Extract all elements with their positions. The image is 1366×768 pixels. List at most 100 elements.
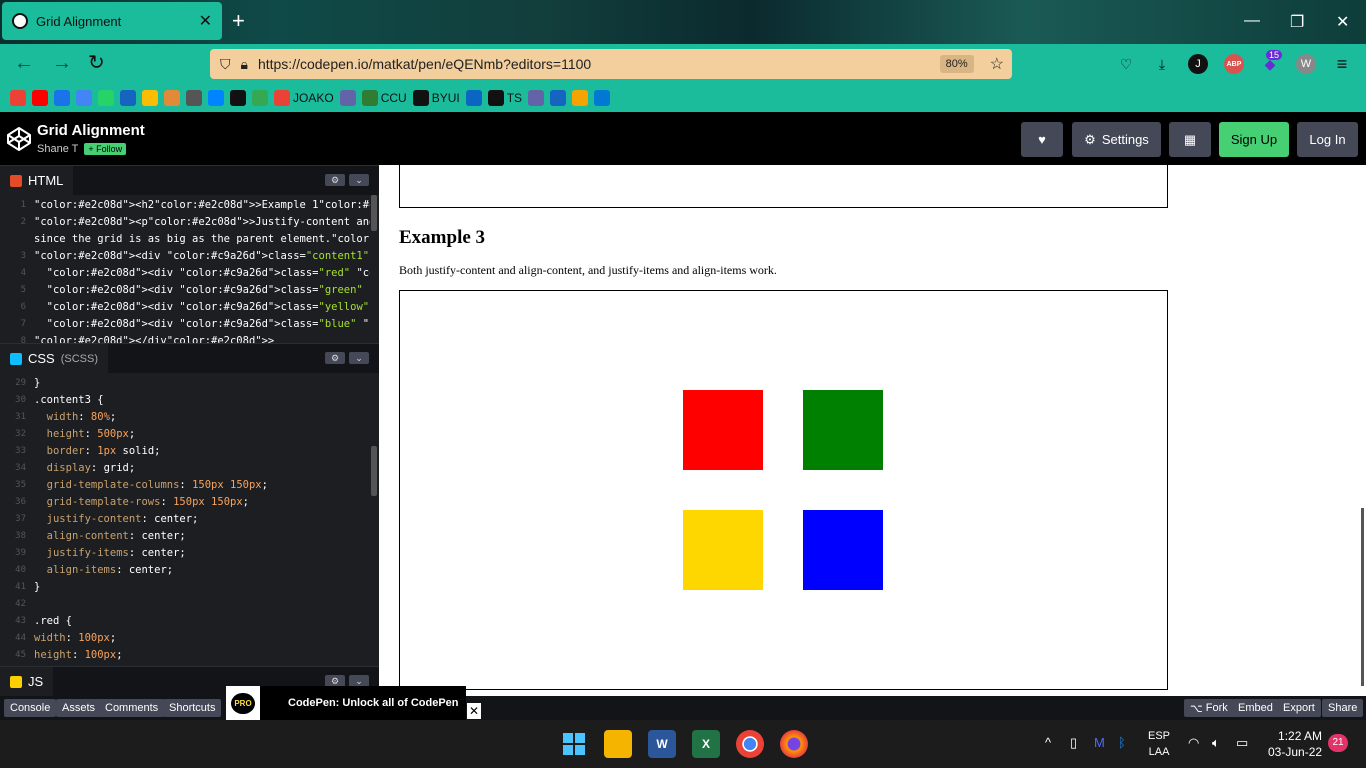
css-collapse-icon[interactable]: ⌄ xyxy=(349,352,369,364)
address-bar[interactable]: ⛉ 🔒︎ https://codepen.io/matkat/pen/eQENm… xyxy=(210,49,1012,79)
author-name[interactable]: Shane T xyxy=(37,143,78,155)
forward-icon[interactable]: → xyxy=(52,53,72,73)
code-line[interactable]: } xyxy=(34,579,40,596)
login-button[interactable]: Log In xyxy=(1297,122,1358,157)
code-line[interactable]: } xyxy=(34,375,40,392)
bookmark-item[interactable] xyxy=(120,88,136,108)
signup-button[interactable]: Sign Up xyxy=(1219,122,1289,157)
js-editor-tab[interactable]: JS xyxy=(0,666,54,697)
wifi-icon[interactable]: ◠ xyxy=(1188,735,1199,751)
windows-start-icon[interactable] xyxy=(560,730,588,758)
code-line[interactable]: "color:#e2c08d"><div "color:#c9a26d">cla… xyxy=(34,299,370,316)
bookmark-star-icon[interactable]: ☆ xyxy=(990,54,1004,74)
layout-button[interactable]: ▦ xyxy=(1169,122,1211,157)
pocket-icon[interactable]: ♡ xyxy=(1116,54,1136,74)
volume-icon[interactable]: 🔈︎ xyxy=(1212,735,1220,751)
assets-button[interactable]: Assets xyxy=(56,699,102,717)
code-line[interactable]: align-content: center; xyxy=(34,528,186,545)
profile-w-icon[interactable]: W xyxy=(1296,54,1316,74)
html-scrollbar[interactable] xyxy=(371,195,377,231)
language-indicator[interactable]: ESP LAA xyxy=(1148,728,1170,760)
bookmark-item[interactable]: BYUI xyxy=(412,88,460,108)
back-icon[interactable]: ← xyxy=(14,53,34,73)
bluetooth-icon[interactable]: ᛒ xyxy=(1118,735,1126,750)
code-line[interactable]: .content3 { xyxy=(34,392,104,409)
code-line[interactable]: width: 100px; xyxy=(34,630,116,647)
bookmark-item[interactable] xyxy=(594,88,611,108)
html-settings-icon[interactable]: ⚙ xyxy=(325,174,345,186)
menu-icon[interactable]: ≡ xyxy=(1332,54,1352,74)
bookmark-item[interactable] xyxy=(465,88,482,108)
code-line[interactable]: "color:#e2c08d"><div "color:#c9a26d">cla… xyxy=(34,316,370,333)
reload-icon[interactable]: ↻ xyxy=(88,53,105,73)
bookmark-item[interactable]: JOAKO xyxy=(274,88,334,108)
css-code-area[interactable]: 29} 30 .content3 {31 width: 80%; 32 height:… xyxy=(0,373,370,665)
bookmark-item[interactable]: TS xyxy=(487,88,522,108)
bookmark-item[interactable] xyxy=(550,88,567,108)
bookmark-item[interactable] xyxy=(10,88,26,108)
code-line[interactable]: "color:#e2c08d"></div"color:#e2c08d">> xyxy=(34,333,274,343)
bookmark-item[interactable] xyxy=(528,88,545,108)
code-line[interactable]: grid-template-rows: 150px 150px; xyxy=(34,494,249,511)
bookmark-item[interactable] xyxy=(164,88,180,108)
new-tab-icon[interactable]: + xyxy=(232,10,245,32)
bookmark-item[interactable] xyxy=(572,88,589,108)
code-line[interactable]: .red { xyxy=(34,613,72,630)
code-line[interactable]: "color:#e2c08d"><h2"color:#e2c08d">>Exam… xyxy=(34,197,370,214)
console-button[interactable]: Console xyxy=(4,699,57,717)
close-tab-icon[interactable]: ✕ xyxy=(199,11,212,31)
promo-close-icon[interactable]: ✕ xyxy=(467,703,481,719)
zoom-level[interactable]: 80% xyxy=(939,55,974,73)
fork-button[interactable]: ⌥ Fork xyxy=(1184,699,1234,717)
codepen-logo-icon[interactable] xyxy=(6,126,32,152)
profile-j-icon[interactable]: J xyxy=(1188,54,1208,74)
bookmark-item[interactable] xyxy=(339,88,356,108)
code-line[interactable]: height: 500px; xyxy=(34,426,136,443)
code-line[interactable]: align-items: center; xyxy=(34,562,173,579)
css-settings-icon[interactable]: ⚙ xyxy=(325,352,345,364)
code-line[interactable]: "color:#e2c08d"><div "color:#c9a26d">cla… xyxy=(34,265,370,282)
file-explorer-icon[interactable] xyxy=(604,730,632,758)
follow-button[interactable]: + Follow xyxy=(84,143,127,155)
code-line[interactable]: since the grid is as big as the parent e… xyxy=(34,231,370,248)
css-scrollbar[interactable] xyxy=(371,446,377,496)
heart-button[interactable]: ♥ xyxy=(1021,122,1063,157)
firefox-icon[interactable] xyxy=(780,730,808,758)
pro-promo-banner[interactable]: PRO CodePen: Unlock all of CodePen xyxy=(226,686,466,720)
lock-icon[interactable]: 🔒︎ xyxy=(241,56,248,73)
shield-icon[interactable]: ⛉ xyxy=(220,56,231,73)
bookmark-item[interactable] xyxy=(142,88,158,108)
code-line[interactable]: justify-content: center; xyxy=(34,511,199,528)
css-editor-tab[interactable]: CSS (SCSS) xyxy=(0,343,109,374)
malwarebytes-icon[interactable]: M xyxy=(1094,735,1105,750)
excel-icon[interactable]: X xyxy=(692,730,720,758)
bookmark-item[interactable] xyxy=(252,88,268,108)
downloads-icon[interactable]: ⤓ xyxy=(1152,54,1172,74)
bookmark-item[interactable]: CCU xyxy=(361,88,407,108)
code-line[interactable]: "color:#e2c08d"><div "color:#c9a26d">cla… xyxy=(34,282,370,299)
adblock-icon[interactable]: ABP xyxy=(1224,54,1244,74)
export-button[interactable]: Export xyxy=(1277,699,1321,717)
preview-scrollbar[interactable] xyxy=(1361,508,1364,686)
code-line[interactable]: grid-template-columns: 150px 150px; xyxy=(34,477,268,494)
usb-icon[interactable]: ▯ xyxy=(1070,735,1077,751)
chevron-up-icon[interactable]: ^ xyxy=(1045,735,1051,750)
bookmark-item[interactable] xyxy=(186,88,202,108)
code-line[interactable]: display: grid; xyxy=(34,460,136,477)
code-line[interactable]: "color:#e2c08d"><div "color:#c9a26d">cla… xyxy=(34,248,370,265)
code-line[interactable]: "color:#e2c08d"><p"color:#e2c08d">>Justi… xyxy=(34,214,370,231)
code-line[interactable]: justify-items: center; xyxy=(34,545,186,562)
browser-tab-active[interactable]: Grid Alignment ✕ xyxy=(2,2,222,40)
bookmark-item[interactable] xyxy=(76,88,92,108)
comments-button[interactable]: Comments xyxy=(99,699,165,717)
code-line[interactable]: height: 100px; xyxy=(34,647,123,664)
bookmark-item[interactable] xyxy=(54,88,70,108)
clock[interactable]: 1:22 AM 03-Jun-22 xyxy=(1268,728,1322,760)
html-code-area[interactable]: 1 "color:#e2c08d"><h2"color:#e2c08d">>Exa… xyxy=(0,195,370,343)
battery-icon[interactable]: ▭ xyxy=(1236,735,1248,751)
html-editor-tab[interactable]: HTML xyxy=(0,165,74,196)
notification-count[interactable]: 21 xyxy=(1328,734,1348,752)
bookmark-item[interactable] xyxy=(98,88,114,108)
code-line[interactable]: border: 1px solid; xyxy=(34,443,161,460)
html-collapse-icon[interactable]: ⌄ xyxy=(349,174,369,186)
